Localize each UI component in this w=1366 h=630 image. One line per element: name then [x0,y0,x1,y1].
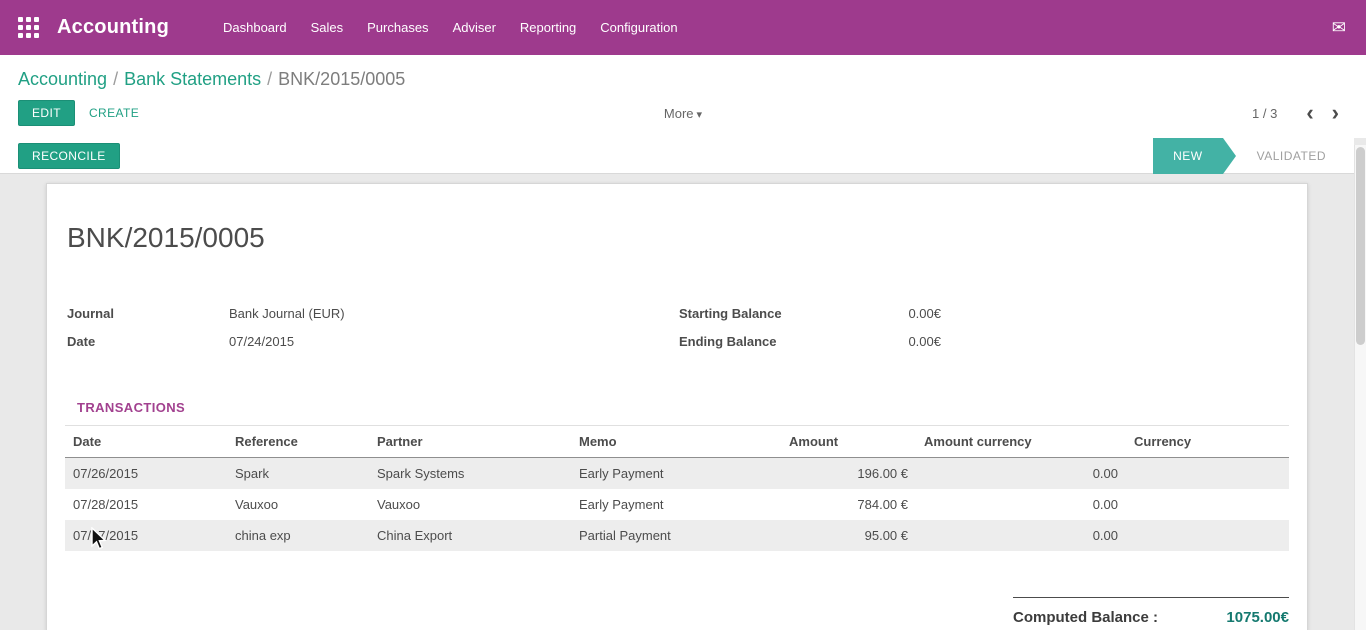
pager-previous-icon[interactable]: ‹ [1297,106,1322,120]
vertical-scrollbar[interactable] [1354,145,1366,630]
toolbar: EDIT CREATE More▾ 1 / 3 ‹ › [0,96,1366,138]
date-label: Date [65,328,229,356]
breadcrumb-separator: / [107,69,124,89]
cell-partner[interactable]: Vauxoo [369,489,571,520]
menu-reporting[interactable]: Reporting [508,0,588,55]
menu-dashboard[interactable]: Dashboard [211,0,299,55]
table-row[interactable]: 07/28/2015 Vauxoo Vauxoo Early Payment 7… [65,489,1289,520]
date-value: 07/24/2015 [229,328,294,356]
more-label: More [664,106,694,121]
table-row[interactable]: 07/27/2015 china exp China Export Partia… [65,520,1289,551]
transactions-table: Date Reference Partner Memo Amount Amoun… [65,425,1289,551]
cell-amount-currency[interactable]: 0.00 [916,458,1126,490]
breadcrumb: Accounting/Bank Statements/BNK/2015/0005 [0,55,1366,96]
col-date[interactable]: Date [65,426,227,458]
pager: 1 / 3 ‹ › [1252,106,1348,121]
top-navbar: Accounting Dashboard Sales Purchases Adv… [0,0,1366,55]
ending-balance-value: 0.00€ [843,328,941,356]
cell-date[interactable]: 07/28/2015 [65,489,227,520]
cell-amount[interactable]: 784.00 € [781,489,916,520]
col-amount[interactable]: Amount [781,426,916,458]
computed-balance: Computed Balance : 1075.00€ [1013,597,1289,626]
menu-sales[interactable]: Sales [299,0,356,55]
journal-value: Bank Journal (EUR) [229,300,345,328]
table-row[interactable]: 07/26/2015 Spark Spark Systems Early Pay… [65,458,1289,490]
menu-configuration[interactable]: Configuration [588,0,689,55]
cell-memo[interactable]: Early Payment [571,489,781,520]
pager-count: 1 / 3 [1252,106,1277,121]
computed-balance-value: 1075.00€ [1226,609,1289,626]
cell-reference[interactable]: Vauxoo [227,489,369,520]
cell-reference[interactable]: Spark [227,458,369,490]
create-button[interactable]: CREATE [75,100,153,126]
breadcrumb-accounting[interactable]: Accounting [18,69,107,89]
scrollbar-thumb[interactable] [1356,147,1365,345]
breadcrumb-current: BNK/2015/0005 [278,69,405,89]
transactions-section-title: TRANSACTIONS [77,400,1289,415]
cell-currency[interactable] [1126,458,1289,490]
apps-menu-icon[interactable] [18,17,39,38]
more-dropdown[interactable]: More▾ [656,102,710,125]
cell-amount[interactable]: 196.00 € [781,458,916,490]
cell-partner[interactable]: Spark Systems [369,458,571,490]
cell-amount[interactable]: 95.00 € [781,520,916,551]
menu-purchases[interactable]: Purchases [355,0,440,55]
breadcrumb-separator: / [261,69,278,89]
form-sheet: BNK/2015/0005 Journal Bank Journal (EUR)… [46,183,1308,630]
col-amount-currency[interactable]: Amount currency [916,426,1126,458]
starting-balance-value: 0.00€ [843,300,941,328]
statusbar: RECONCILE NEW VALIDATED [0,138,1354,174]
status-state-validated[interactable]: VALIDATED [1237,138,1354,174]
main-menu: Dashboard Sales Purchases Adviser Report… [211,0,690,55]
app-title: Accounting [57,16,169,39]
cell-partner[interactable]: China Export [369,520,571,551]
col-memo[interactable]: Memo [571,426,781,458]
cell-memo[interactable]: Early Payment [571,458,781,490]
control-panel: Accounting/Bank Statements/BNK/2015/0005… [0,55,1366,138]
pager-next-icon[interactable]: › [1323,106,1348,120]
status-widget: NEW VALIDATED [1153,138,1354,174]
record-title: BNK/2015/0005 [65,222,1289,254]
cell-reference[interactable]: china exp [227,520,369,551]
computed-balance-label: Computed Balance : [1013,609,1158,626]
caret-down-icon: ▾ [697,109,703,121]
messages-icon[interactable]: ✉ [1330,14,1348,42]
table-header-row: Date Reference Partner Memo Amount Amoun… [65,426,1289,458]
field-group: Journal Bank Journal (EUR) Date 07/24/20… [65,300,1289,356]
cell-amount-currency[interactable]: 0.00 [916,520,1126,551]
cell-amount-currency[interactable]: 0.00 [916,489,1126,520]
cell-currency[interactable] [1126,489,1289,520]
content-area: BNK/2015/0005 Journal Bank Journal (EUR)… [0,181,1354,630]
reconcile-button[interactable]: RECONCILE [18,143,120,169]
journal-label: Journal [65,300,229,328]
status-state-new[interactable]: NEW [1153,138,1223,174]
starting-balance-label: Starting Balance [677,300,843,328]
col-currency[interactable]: Currency [1126,426,1289,458]
menu-adviser[interactable]: Adviser [441,0,508,55]
col-partner[interactable]: Partner [369,426,571,458]
cell-date[interactable]: 07/27/2015 [65,520,227,551]
breadcrumb-bank-statements[interactable]: Bank Statements [124,69,261,89]
cell-date[interactable]: 07/26/2015 [65,458,227,490]
edit-button[interactable]: EDIT [18,100,75,126]
cell-memo[interactable]: Partial Payment [571,520,781,551]
col-reference[interactable]: Reference [227,426,369,458]
cell-currency[interactable] [1126,520,1289,551]
ending-balance-label: Ending Balance [677,328,843,356]
